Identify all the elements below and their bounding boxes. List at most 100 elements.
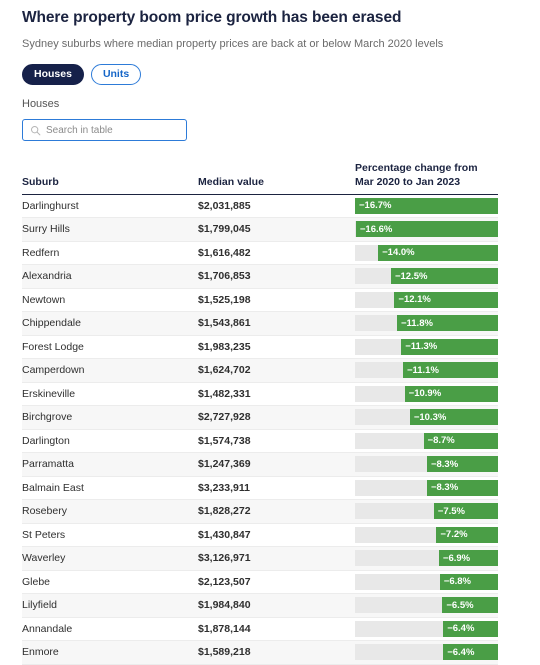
cell-median-value: $3,233,911 [198,476,355,501]
cell-suburb: Erskineville [22,382,198,407]
cell-percentage-change: −11.8% [355,311,498,336]
table-header-row: Suburb Median value Percentage change fr… [22,162,498,195]
table-row: Birchgrove $2,727,928 −10.3% [22,405,498,430]
cell-median-value: $1,624,702 [198,358,355,383]
bar-track: −8.3% [355,479,498,496]
cell-median-value: $3,126,971 [198,546,355,571]
cell-percentage-change: −14.0% [355,241,498,266]
search-icon [31,125,41,136]
table-row: Annandale $1,878,144 −6.4% [22,617,498,642]
table-row: Balmain East $3,233,911 −8.3% [22,476,498,501]
table-row: Surry Hills $1,799,045 −16.6% [22,217,498,242]
cell-percentage-change: −10.3% [355,405,498,430]
bar-track: −8.3% [355,456,498,473]
bar-value: −8.7% [423,432,498,449]
toggle-houses-button[interactable]: Houses [22,63,84,86]
bar-track: −12.1% [355,291,498,308]
cell-median-value: $1,983,235 [198,335,355,360]
bar-track: −8.7% [355,432,498,449]
table-row: Camperdown $1,624,702 −11.1% [22,358,498,383]
bar-value: −6.5% [442,597,498,614]
bar-track: −10.3% [355,409,498,426]
cell-suburb: Lilyfield [22,593,198,618]
cell-median-value: $1,616,482 [198,241,355,266]
cell-suburb: Alexandria [22,264,198,289]
bar-value: −10.3% [409,409,498,426]
cell-suburb: Camperdown [22,358,198,383]
bar-value: −7.5% [433,503,498,520]
bar-track: −12.5% [355,268,498,285]
cell-suburb: Darlington [22,429,198,454]
cell-percentage-change: −6.4% [355,617,498,642]
page-title: Where property boom price growth has bee… [22,9,402,26]
table-row: Rosebery $1,828,272 −7.5% [22,499,498,524]
bar-value: −14.0% [378,244,498,261]
page-container: Where property boom price growth has bee… [0,9,540,665]
property-type-toggle: Houses Units [22,63,518,86]
cell-percentage-change: −7.2% [355,523,498,548]
cell-percentage-change: −12.1% [355,288,498,313]
table-row: Forest Lodge $1,983,235 −11.3% [22,335,498,360]
property-table: Suburb Median value Percentage change fr… [22,162,498,665]
bar-track: −16.6% [355,221,498,238]
cell-median-value: $1,828,272 [198,499,355,524]
bar-value: −6.4% [443,644,498,661]
cell-suburb: Surry Hills [22,217,198,242]
bar-track: −6.9% [355,550,498,567]
cell-percentage-change: −6.8% [355,570,498,595]
cell-median-value: $1,430,847 [198,523,355,548]
cell-median-value: $2,727,928 [198,405,355,430]
cell-median-value: $2,123,507 [198,570,355,595]
cell-suburb: Forest Lodge [22,335,198,360]
cell-percentage-change: −12.5% [355,264,498,289]
bar-value: −7.2% [436,526,498,543]
table-row: Erskineville $1,482,331 −10.9% [22,382,498,407]
bar-track: −6.4% [355,620,498,637]
cell-suburb: St Peters [22,523,198,548]
cell-median-value: $2,031,885 [198,194,355,219]
cell-median-value: $1,799,045 [198,217,355,242]
bar-track: −6.4% [355,644,498,661]
bar-value: −8.3% [426,479,498,496]
table-row: Lilyfield $1,984,840 −6.5% [22,593,498,618]
cell-median-value: $1,574,738 [198,429,355,454]
bar-track: −7.5% [355,503,498,520]
bar-value: −12.5% [390,268,498,285]
bar-track: −6.5% [355,597,498,614]
bar-track: −16.7% [355,197,498,214]
cell-percentage-change: −16.7% [355,194,498,219]
cell-median-value: $1,482,331 [198,382,355,407]
cell-percentage-change: −8.3% [355,452,498,477]
cell-median-value: $1,247,369 [198,452,355,477]
bar-track: −11.8% [355,315,498,332]
cell-percentage-change: −8.7% [355,429,498,454]
bar-value: −16.6% [355,221,498,238]
cell-percentage-change: −11.3% [355,335,498,360]
bar-track: −7.2% [355,526,498,543]
table-row: Newtown $1,525,198 −12.1% [22,288,498,313]
bar-track: −6.8% [355,573,498,590]
section-label: Houses [22,98,60,111]
cell-percentage-change: −7.5% [355,499,498,524]
table-row: Enmore $1,589,218 −6.4% [22,640,498,665]
bar-value: −6.9% [438,550,498,567]
column-header-percentage-change[interactable]: Percentage change from Mar 2020 to Jan 2… [355,162,498,195]
cell-median-value: $1,543,861 [198,311,355,336]
column-header-median-value[interactable]: Median value [198,162,355,195]
cell-percentage-change: −10.9% [355,382,498,407]
cell-median-value: $1,589,218 [198,640,355,665]
cell-percentage-change: −16.6% [355,217,498,242]
search-input[interactable] [46,124,179,136]
bar-value: −8.3% [426,456,498,473]
cell-suburb: Glebe [22,570,198,595]
cell-median-value: $1,525,198 [198,288,355,313]
toggle-units-button[interactable]: Units [90,63,142,86]
table-row: Waverley $3,126,971 −6.9% [22,546,498,571]
search-box[interactable] [22,119,187,142]
bar-value: −10.9% [404,385,498,402]
column-header-suburb[interactable]: Suburb [22,162,198,195]
table-row: Darlington $1,574,738 −8.7% [22,429,498,454]
cell-suburb: Parramatta [22,452,198,477]
bar-track: −11.1% [355,362,498,379]
bar-value: −6.8% [439,573,498,590]
